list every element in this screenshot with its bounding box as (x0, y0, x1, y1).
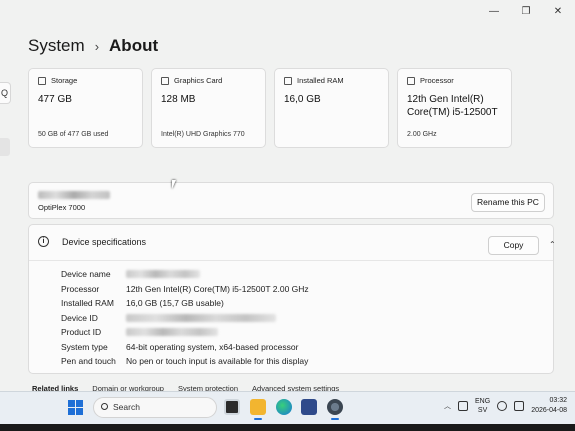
clock[interactable]: 03:32 2026-04-08 (531, 396, 567, 416)
spec-key: Installed RAM (61, 298, 114, 309)
sidebar-selected-item[interactable] (0, 138, 10, 156)
language-indicator[interactable]: ENG SV (475, 397, 490, 415)
spec-row: Device name (61, 267, 309, 282)
card-sub: 50 GB of 477 GB used (38, 131, 109, 138)
spec-value: No pen or touch input is available for t… (126, 356, 309, 367)
graphics-card-card[interactable]: Graphics Card 128 MB Intel(R) UHD Graphi… (151, 68, 266, 148)
clock-time: 03:32 (549, 397, 567, 404)
chevron-up-icon[interactable]: ⌃ (549, 240, 556, 249)
spec-row: Installed RAM 16,0 GB (15,7 GB usable) (61, 296, 309, 311)
spec-key: System type (61, 341, 108, 352)
edge-browser-icon[interactable] (276, 399, 292, 415)
device-model: OptiPlex 7000 (38, 203, 86, 212)
card-label: Storage (51, 76, 78, 85)
page-title: About (109, 36, 159, 55)
ram-card[interactable]: Installed RAM 16,0 GB (274, 68, 389, 148)
spec-value: 16,0 GB (15,7 GB usable) (126, 298, 224, 309)
processor-icon (407, 76, 415, 85)
copy-button[interactable]: Copy (488, 236, 539, 255)
spec-value: 12th Gen Intel(R) Core(TM) i5-12500T 2.0… (126, 283, 309, 294)
card-label: Graphics Card (174, 76, 223, 85)
window-caption-buttons: — ❐ ✕ (487, 6, 565, 17)
spec-table: Device name Processor 12th Gen Intel(R) … (61, 267, 309, 369)
graphics-card-icon (161, 76, 169, 85)
chevron-right-icon: › (94, 38, 100, 54)
rename-pc-button[interactable]: Rename this PC (471, 193, 545, 212)
clock-date: 2026-04-08 (531, 407, 567, 414)
spec-row: System type 64-bit operating system, x64… (61, 340, 309, 355)
search-icon (101, 403, 108, 410)
card-label: Installed RAM (297, 76, 344, 85)
settings-gear-icon[interactable] (327, 399, 343, 420)
card-value: 12th Gen Intel(R) Core(TM) i5-12500T (407, 94, 498, 118)
chevron-up-icon[interactable]: ︿ (444, 401, 451, 411)
card-value: 16,0 GB (284, 94, 321, 105)
mouse-cursor-icon (172, 180, 180, 189)
store-icon[interactable] (301, 399, 317, 415)
redacted-device-name (38, 191, 110, 199)
summary-cards: Storage 477 GB 50 GB of 477 GB used Grap… (28, 68, 512, 148)
card-label: Processor (420, 76, 454, 85)
file-explorer-icon[interactable] (250, 399, 266, 420)
search-placeholder: Search (113, 402, 140, 412)
lang-layout: SV (477, 407, 488, 414)
card-value: 477 GB (38, 94, 72, 105)
taskbar-search[interactable]: Search (93, 397, 217, 418)
system-tray: ︿ ENG SV 03:32 2026-04-08 (444, 396, 567, 416)
redacted-value (126, 270, 200, 279)
spec-key: Device name (61, 269, 111, 280)
taskbar: Search ︿ ENG SV 03:32 2026-04-08 (0, 391, 575, 424)
spec-row: Processor 12th Gen Intel(R) Core(TM) i5-… (61, 282, 309, 297)
redacted-value (126, 328, 218, 337)
section-title: Device specifications (62, 237, 147, 247)
device-specifications-panel: i Device specifications Copy ⌃ Device na… (28, 224, 556, 374)
spec-key: Processor (61, 283, 100, 294)
spec-row: Device ID (61, 311, 309, 326)
storage-icon (38, 76, 46, 85)
breadcrumb-system[interactable]: System (28, 36, 85, 56)
spec-value: 64-bit operating system, x64-based proce… (126, 341, 299, 352)
screen-bezel (0, 424, 575, 431)
minimize-button[interactable]: — (487, 6, 501, 17)
spec-row: Pen and touch No pen or touch input is a… (61, 354, 309, 369)
spec-key: Product ID (61, 327, 102, 338)
storage-card[interactable]: Storage 477 GB 50 GB of 477 GB used (28, 68, 143, 148)
search-icon: Q (1, 88, 9, 98)
info-icon: i (38, 236, 49, 247)
maximize-button[interactable]: ❐ (519, 6, 533, 17)
close-button[interactable]: ✕ (551, 6, 565, 17)
processor-card[interactable]: Processor 12th Gen Intel(R) Core(TM) i5-… (397, 68, 512, 148)
windows-start-icon[interactable] (68, 400, 83, 415)
globe-icon[interactable] (497, 401, 508, 411)
settings-window: — ❐ ✕ Q System › About Storage 477 GB 50… (0, 0, 575, 420)
spec-row: Product ID (61, 325, 309, 340)
task-view-icon[interactable] (224, 399, 240, 415)
breadcrumb: System › About (28, 36, 158, 56)
volume-icon[interactable] (514, 401, 525, 411)
network-icon[interactable] (458, 401, 469, 411)
card-value: 128 MB (161, 94, 196, 105)
redacted-value (126, 313, 276, 322)
spec-key: Pen and touch (61, 356, 116, 367)
device-name-row: OptiPlex 7000 Rename this PC (28, 182, 554, 219)
ram-icon (284, 76, 292, 85)
device-specifications-header[interactable]: i Device specifications Copy ⌃ (29, 225, 556, 261)
lang-code: ENG (475, 398, 491, 405)
card-sub: Intel(R) UHD Graphics 770 (161, 131, 245, 138)
sidebar-search-fragment[interactable]: Q (0, 82, 11, 104)
card-sub: 2.00 GHz (407, 131, 437, 138)
spec-key: Device ID (61, 312, 98, 323)
